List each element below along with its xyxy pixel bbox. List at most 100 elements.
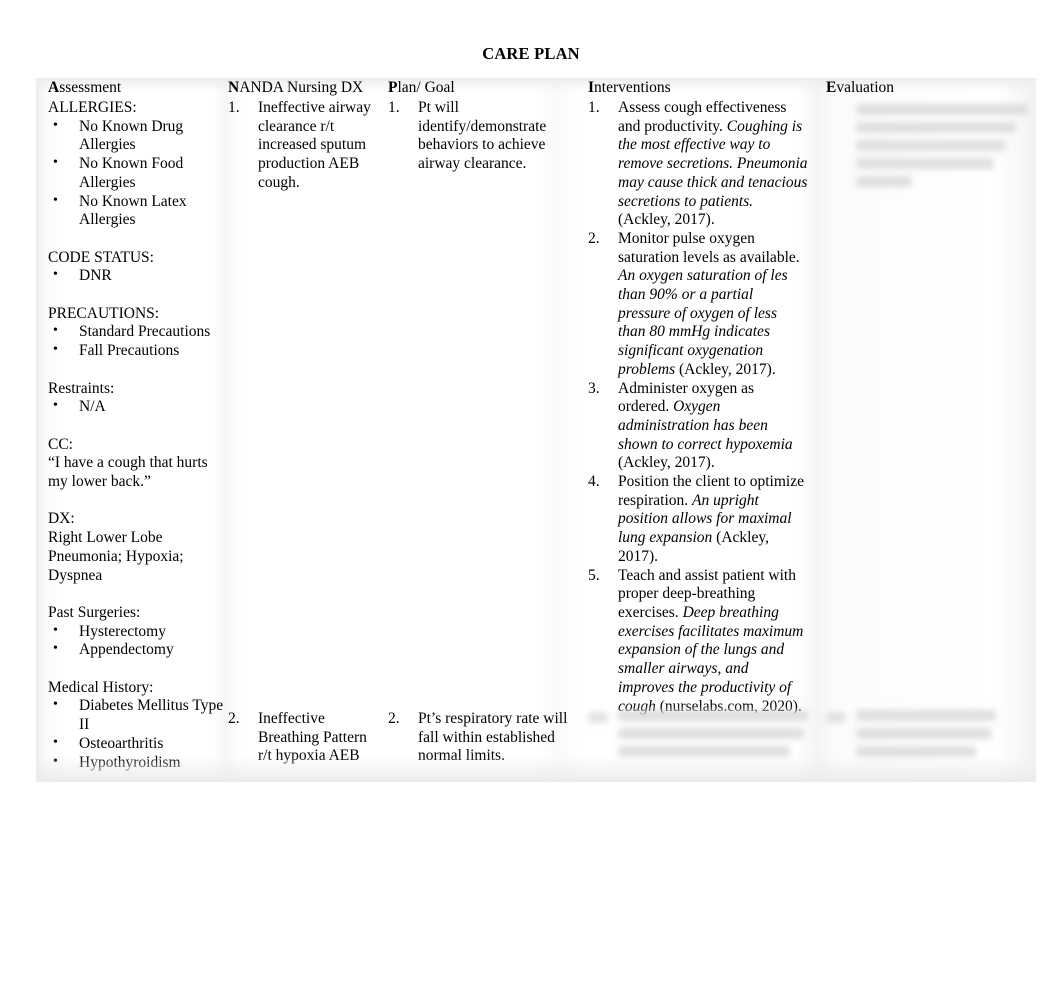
column-header-plan: Plan/ Goal [388,78,580,98]
header-rest: lan/ Goal [397,79,455,96]
header-rest: ssessment [59,79,122,96]
column-evaluation: Evaluation [826,78,1028,194]
item-number: 4. [588,473,600,491]
item-number: 3. [588,379,600,397]
redacted-line [856,140,1006,151]
header-rest: ANDA Nursing DX [239,79,364,96]
item-number: 2. [228,710,240,727]
column-interventions: Interventions 1. Assess cough effectivene… [588,78,808,716]
list-item: Appendectomy [48,640,224,660]
chief-complaint-text: “I have a cough that hurts my lower back… [48,454,212,490]
list-item: 5. Teach and assist patient with proper d… [588,567,808,717]
item-citation: (Ackley, 2017). [618,454,715,472]
interventions-list: 1. Assess cough effectiveness and product… [588,99,808,716]
code-status-list: DNR [48,266,224,286]
column-header-assessment: Assessment [48,78,224,98]
redacted-line [856,710,996,721]
list-item: DNR [48,266,224,286]
nanda-dx-list-row2: 2. Ineffective Breathing Pattern r/t hypo… [228,710,380,766]
chief-complaint-label: CC: [48,435,73,453]
redacted-line [618,710,808,721]
list-item: Hypothyroidism [48,753,224,773]
list-item: Standard Precautions [48,322,224,342]
allergies-list: No Known Drug Allergies No Known Food Al… [48,117,224,230]
list-item: Fall Precautions [48,341,224,361]
medical-history-label: Medical History: [48,678,154,696]
item-number: 2. [388,710,400,727]
nanda-dx-row-2: 2. Ineffective Breathing Pattern r/t hypo… [228,710,380,766]
redacted-line [618,746,790,757]
restraints-list: N/A [48,397,224,417]
header-initial: N [228,79,240,96]
item-citation: (Ackley, 2017). [675,360,776,378]
item-number: 2. [588,229,600,247]
list-item: No Known Latex Allergies [48,192,224,230]
list-item: N/A [48,397,224,417]
item-action: Monitor pulse oxygen saturation levels a… [618,229,800,266]
precautions-list: Standard Precautions Fall Precautions [48,322,224,361]
list-item: 2. Ineffective Breathing Pattern r/t hypo… [228,710,380,766]
redacted-line [856,122,1016,133]
list-item: Diabetes Mellitus Type II [48,696,224,734]
page-title: CARE PLAN [482,44,580,63]
plan-goal-row-2: 2. Pt’s respiratory rate will fall within… [388,710,580,766]
column-nanda-nursing-dx: NANDA Nursing DX 1. Ineffective airway cl… [228,78,380,193]
redacted-line [856,728,992,739]
column-header-evaluation: Evaluation [826,78,1026,98]
column-header-interventions: Interventions [588,78,808,98]
list-item: 3. Administer oxygen as ordered. Oxygen a… [588,380,808,474]
interventions-redacted-text [588,710,808,757]
list-item: No Known Drug Allergies [48,117,224,155]
header-initial: A [48,79,60,96]
allergies-label: ALLERGIES: [48,99,137,116]
list-item: 4. Position the client to optimize respir… [588,473,808,567]
item-text: Ineffective airway clearance r/t increas… [258,99,371,191]
redacted-line [856,158,994,169]
evaluation-row-2 [826,710,1026,764]
item-citation: (Ackley, 2017). [618,211,715,229]
code-status-label: CODE STATUS: [48,248,154,266]
redacted-line [856,176,912,187]
list-item: No Known Food Allergies [48,154,224,192]
column-header-nanda: NANDA Nursing DX [228,78,380,98]
item-number: 1. [588,99,600,116]
item-text: Pt’s respiratory rate will fall within e… [418,710,568,765]
restraints-label: Restraints: [48,379,115,397]
column-plan-goal: Plan/ Goal 1. Pt will identify/demonstrat… [388,78,580,174]
past-surgeries-label: Past Surgeries: [48,603,141,621]
diagnosis-label: DX: [48,510,75,528]
item-number: 1. [388,99,400,116]
care-plan-page: CARE PLAN Assessment ALLERGIES: No Known… [0,0,1062,1001]
header-initial: E [826,79,837,96]
list-item: 2. Pt’s respiratory rate will fall within… [388,710,580,766]
plan-goal-list: 1. Pt will identify/demonstrate behaviors… [388,99,580,174]
list-item: Hysterectomy [48,622,224,642]
redacted-number [826,712,846,723]
past-surgeries-list: Hysterectomy Appendectomy [48,622,224,660]
evaluation-redacted-text [826,99,1028,187]
diagnosis-text: Right Lower Lobe Pneumonia; Hypoxia; Dys… [48,529,188,584]
list-item: Osteoarthritis [48,734,224,754]
precautions-label: PRECAUTIONS: [48,304,160,322]
header-rest: valuation [836,79,895,96]
redacted-line [856,746,976,757]
redacted-line [618,728,804,739]
interventions-row-2 [588,710,808,764]
item-number: 5. [588,566,600,584]
plan-goal-list-row2: 2. Pt’s respiratory rate will fall within… [388,710,580,766]
care-plan-table: Assessment ALLERGIES: No Known Drug Alle… [36,78,1036,782]
nanda-dx-list: 1. Ineffective airway clearance r/t incre… [228,99,380,193]
evaluation-redacted-text-row2 [826,710,1026,757]
item-number: 1. [228,99,240,116]
list-item: 2. Monitor pulse oxygen saturation levels… [588,230,808,380]
list-item: 1. Ineffective airway clearance r/t incre… [228,99,380,193]
redacted-number [588,712,608,723]
list-item: 1. Assess cough effectiveness and product… [588,99,808,230]
redacted-line [856,104,1028,115]
